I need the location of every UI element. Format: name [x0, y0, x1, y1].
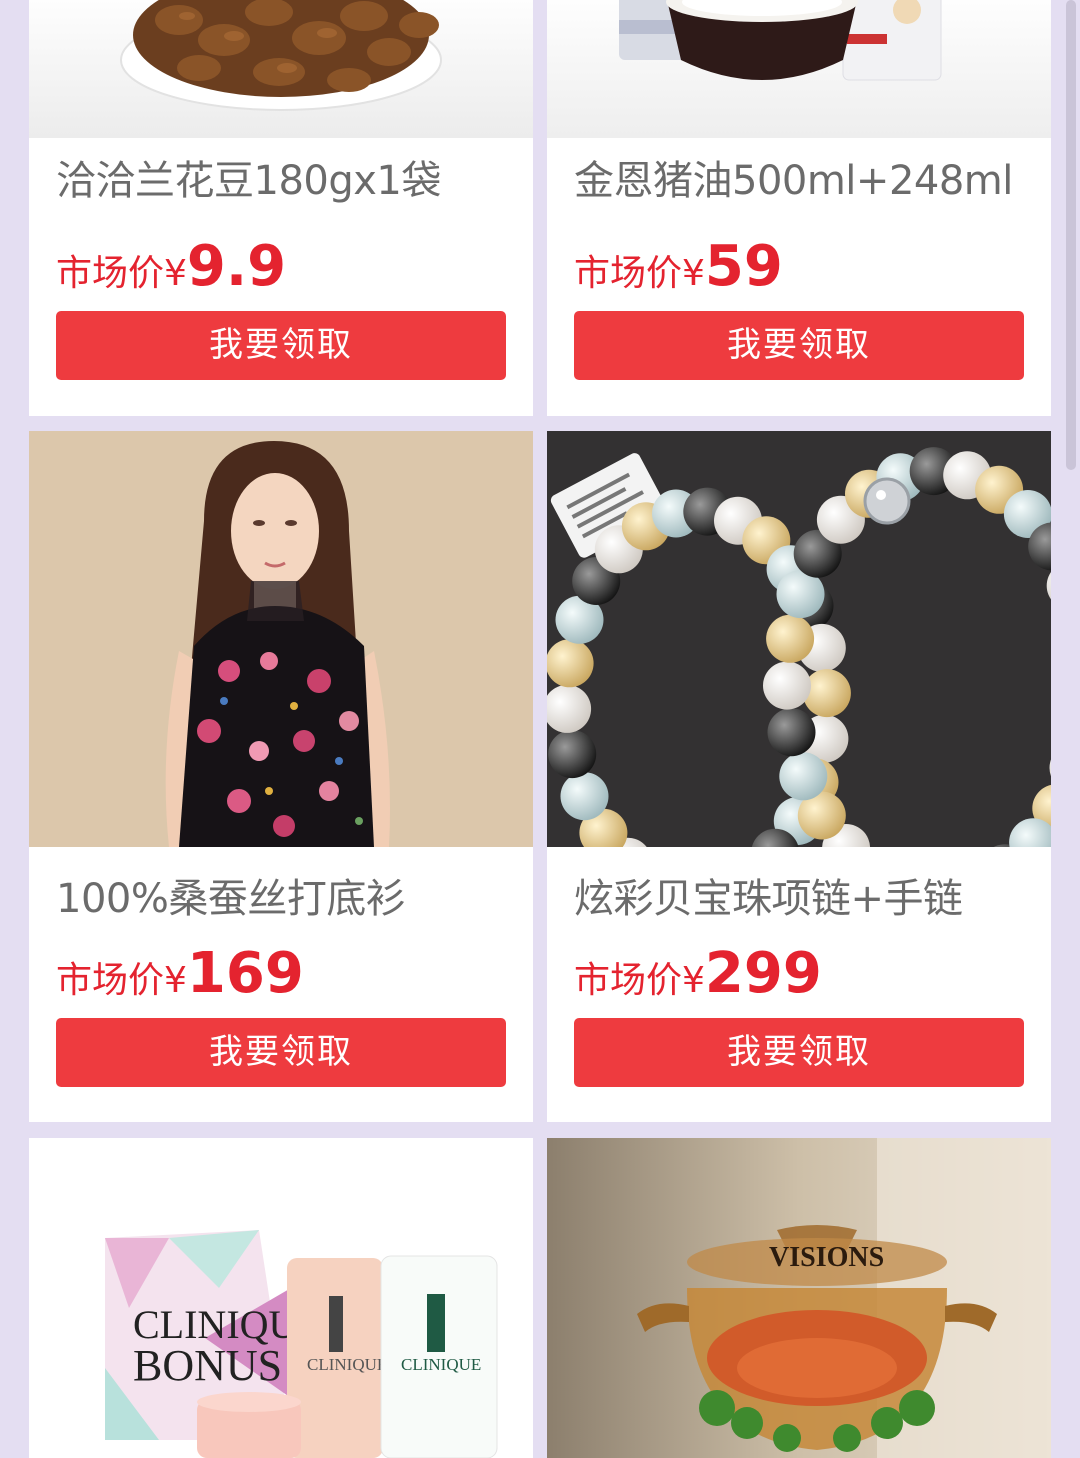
claim-button[interactable]: 我要领取 — [574, 1018, 1024, 1087]
lard-bowl-image[interactable] — [547, 0, 1051, 138]
pearl — [763, 661, 811, 710]
product-card-lard[interactable]: 金恩猪油500ml+248ml 市场价¥59 我要领取 — [547, 0, 1051, 416]
clinique-bonus-set-image[interactable]: CLINIQUE BONUS CLINIQUE CLINIQUE — [29, 1138, 533, 1458]
floral-silk-top-model-image[interactable] — [29, 431, 533, 847]
pearl — [547, 639, 594, 688]
pearl — [548, 730, 597, 779]
price-row: 市场价¥59 — [574, 234, 783, 299]
visions-glass-pot-image[interactable]: VISIONS — [547, 1138, 1051, 1458]
price-value: 59 — [704, 234, 783, 299]
product-card-beans[interactable]: 洽洽兰花豆180gx1袋 市场价¥9.9 我要领取 — [29, 0, 533, 416]
pearl — [560, 772, 609, 821]
price-label: 市场价¥ — [56, 960, 187, 1001]
price-label: 市场价¥ — [56, 253, 187, 294]
pearl-necklace-bracelet-image[interactable] — [547, 431, 1051, 847]
product-card-clinique[interactable]: CLINIQUE BONUS CLINIQUE CLINIQUE — [29, 1138, 533, 1458]
pearl — [767, 708, 816, 757]
scrollbar[interactable] — [1066, 0, 1076, 470]
pearl — [766, 614, 815, 663]
fava-beans-bowl-image[interactable] — [29, 0, 533, 138]
claim-button[interactable]: 我要领取 — [574, 311, 1024, 380]
product-title[interactable]: 100%桑蚕丝打底衫 — [56, 866, 513, 924]
product-title[interactable]: 金恩猪油500ml+248ml — [574, 148, 1031, 206]
product-title[interactable]: 洽洽兰花豆180gx1袋 — [56, 148, 513, 206]
price-value: 169 — [186, 941, 304, 1006]
brand-text: VISIONS — [769, 1242, 884, 1273]
claim-button[interactable]: 我要领取 — [56, 311, 506, 380]
price-value: 9.9 — [186, 234, 287, 299]
product-card-silk-top[interactable]: 100%桑蚕丝打底衫 市场价¥169 我要领取 — [29, 431, 533, 1122]
price-row: 市场价¥9.9 — [56, 234, 286, 299]
price-row: 市场价¥169 — [56, 941, 304, 1006]
brand-text: BONUS — [133, 1341, 282, 1390]
price-row: 市场价¥299 — [574, 941, 822, 1006]
claim-button[interactable]: 我要领取 — [56, 1018, 506, 1087]
product-title[interactable]: 炫彩贝宝珠项链+手链 — [574, 866, 1031, 924]
product-card-visions[interactable]: VISIONS — [547, 1138, 1051, 1458]
product-card-pearls[interactable]: 炫彩贝宝珠项链+手链 市场价¥299 我要领取 — [547, 431, 1051, 1122]
price-label: 市场价¥ — [574, 253, 705, 294]
pearl — [779, 752, 828, 801]
price-label: 市场价¥ — [574, 960, 705, 1001]
brand-text: CLINIQUE — [307, 1355, 387, 1374]
brand-text: CLINIQUE — [401, 1355, 481, 1374]
price-value: 299 — [704, 941, 822, 1006]
pearl — [802, 669, 851, 718]
product-grid: 洽洽兰花豆180gx1袋 市场价¥9.9 我要领取 金恩猪油500ml+248m… — [0, 0, 1080, 1458]
